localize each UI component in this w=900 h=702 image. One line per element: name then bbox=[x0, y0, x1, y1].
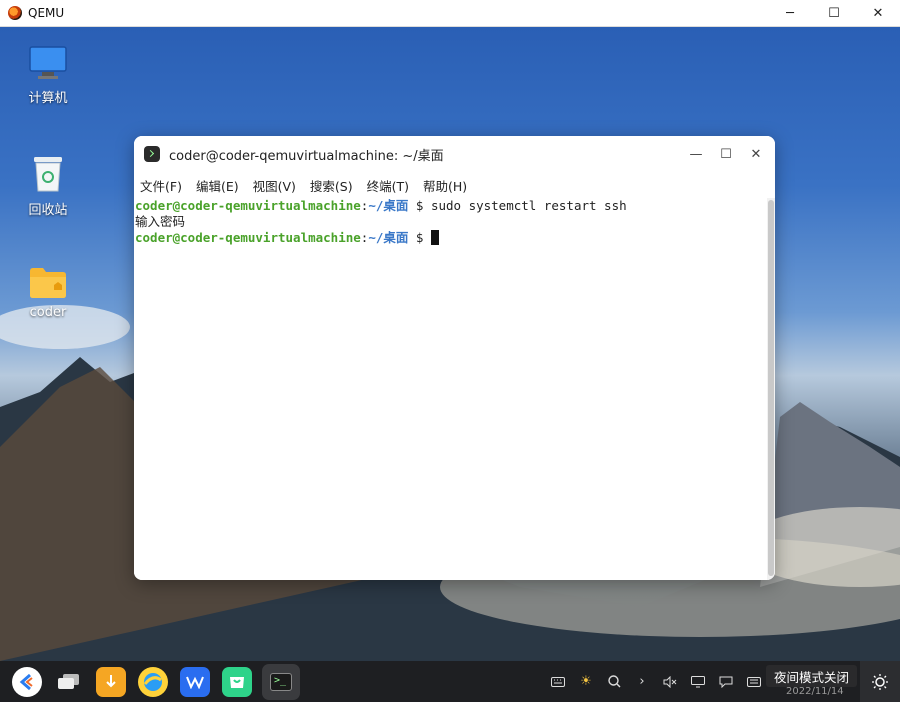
search-icon[interactable] bbox=[600, 661, 628, 702]
prompt-path: ~/桌面 bbox=[368, 230, 409, 245]
computer-icon bbox=[29, 46, 67, 79]
qemu-title: QEMU bbox=[28, 6, 65, 20]
prompt-path: ~/桌面 bbox=[368, 198, 409, 213]
scrollbar-thumb[interactable] bbox=[768, 200, 774, 576]
desktop-icon-label: 回收站 bbox=[28, 203, 68, 218]
taskbar: >_ ☀ › bbox=[0, 661, 900, 702]
home-folder-icon bbox=[30, 268, 66, 298]
keyboard-layout-icon[interactable] bbox=[740, 661, 768, 702]
store-icon[interactable] bbox=[222, 666, 252, 697]
menu-terminal[interactable]: 终端(T) bbox=[367, 176, 409, 195]
terminal-scrollbar[interactable] bbox=[767, 198, 775, 580]
desktop-icon-label: coder bbox=[29, 305, 67, 320]
qemu-close-button[interactable]: ✕ bbox=[856, 0, 900, 27]
terminal-minimize-button[interactable]: — bbox=[681, 136, 711, 172]
terminal-menubar: 文件(F) 编辑(E) 视图(V) 搜索(S) 终端(T) 帮助(H) bbox=[134, 172, 775, 198]
output-text: 输入密码 bbox=[135, 214, 186, 229]
terminal-titlebar[interactable]: coder@coder-qemuvirtualmachine: ~/桌面 — ☐… bbox=[134, 136, 775, 172]
keyboard-icon[interactable] bbox=[544, 661, 572, 702]
multitask-icon[interactable] bbox=[54, 667, 84, 697]
qemu-minimize-button[interactable]: ─ bbox=[768, 0, 812, 27]
screen-icon[interactable] bbox=[684, 661, 712, 702]
desktop-icon-computer[interactable]: 计算机 bbox=[8, 45, 88, 106]
menu-help[interactable]: 帮助(H) bbox=[423, 176, 467, 195]
qemu-maximize-button[interactable]: ☐ bbox=[812, 0, 856, 27]
terminal-title: coder@coder-qemuvirtualmachine: ~/桌面 bbox=[169, 148, 444, 164]
qemu-logo-icon bbox=[8, 6, 22, 20]
text-cursor bbox=[430, 230, 439, 245]
clock-text: 2022/11/14 bbox=[786, 686, 844, 697]
night-mode-icon[interactable] bbox=[860, 661, 900, 702]
chevron-right-icon[interactable]: › bbox=[628, 661, 656, 702]
qemu-window-controls: ─ ☐ ✕ bbox=[768, 0, 900, 27]
terminal-line: coder@coder-qemuvirtualmachine:~/桌面 $ su… bbox=[135, 198, 767, 214]
wps-icon[interactable] bbox=[180, 666, 210, 697]
desktop-icon-trash[interactable]: 回收站 bbox=[8, 155, 88, 218]
qemu-titlebar: QEMU ─ ☐ ✕ bbox=[0, 0, 900, 27]
notification-icon[interactable] bbox=[712, 661, 740, 702]
terminal-icon[interactable]: >_ bbox=[262, 663, 300, 700]
prompt-symbol: $ bbox=[408, 230, 431, 245]
launcher-icon[interactable] bbox=[12, 666, 42, 697]
download-icon[interactable] bbox=[96, 666, 126, 697]
menu-edit[interactable]: 编辑(E) bbox=[196, 176, 239, 195]
terminal-output[interactable]: coder@coder-qemuvirtualmachine:~/桌面 $ su… bbox=[134, 198, 767, 580]
desktop-icon-home[interactable]: coder bbox=[8, 265, 88, 320]
terminal-icon bbox=[144, 146, 160, 162]
desktop-icon-label: 计算机 bbox=[28, 91, 68, 106]
terminal-window: coder@coder-qemuvirtualmachine: ~/桌面 — ☐… bbox=[134, 136, 775, 580]
command-text: sudo systemctl restart ssh bbox=[430, 198, 627, 213]
trash-icon bbox=[34, 157, 62, 192]
brightness-icon[interactable]: ☀ bbox=[572, 661, 600, 702]
menu-file[interactable]: 文件(F) bbox=[140, 176, 182, 195]
terminal-close-button[interactable]: ✕ bbox=[741, 136, 771, 172]
night-mode-tooltip: 夜间模式关闭 bbox=[766, 665, 857, 687]
terminal-line: coder@coder-qemuvirtualmachine:~/桌面 $ bbox=[135, 230, 767, 246]
terminal-line: 输入密码 bbox=[135, 214, 767, 230]
prompt-user: coder@coder-qemuvirtualmachine bbox=[135, 198, 361, 213]
menu-search[interactable]: 搜索(S) bbox=[310, 176, 353, 195]
menu-view[interactable]: 视图(V) bbox=[253, 176, 296, 195]
mute-icon[interactable] bbox=[656, 661, 684, 702]
terminal-maximize-button[interactable]: ☐ bbox=[711, 136, 741, 172]
prompt-symbol: $ bbox=[408, 198, 431, 213]
prompt-user: coder@coder-qemuvirtualmachine bbox=[135, 230, 361, 245]
browser-icon[interactable] bbox=[138, 666, 168, 697]
terminal-window-controls: — ☐ ✕ bbox=[681, 136, 771, 172]
